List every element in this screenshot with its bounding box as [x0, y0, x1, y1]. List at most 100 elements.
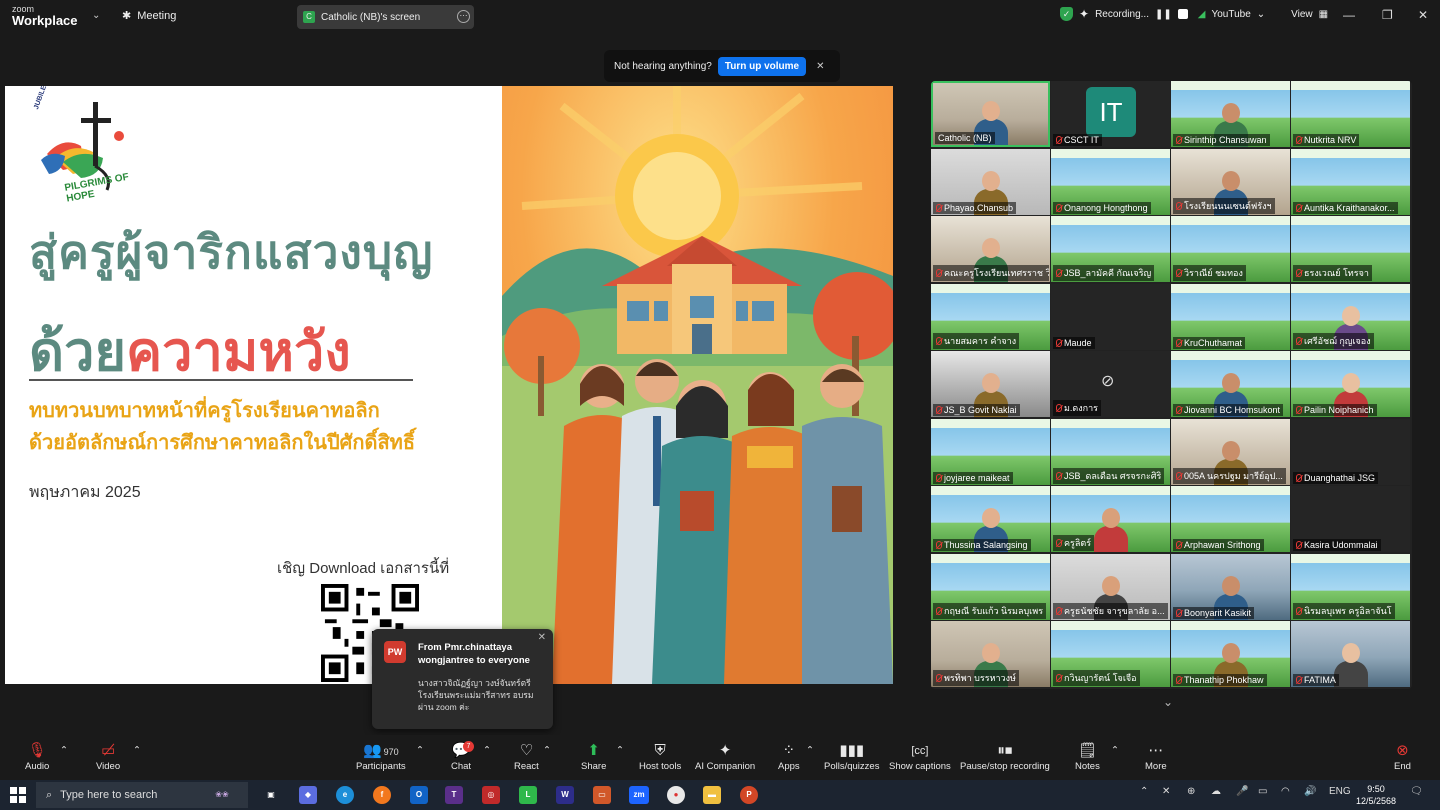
chevron-down-icon[interactable]: ⌄ — [1257, 9, 1265, 20]
participant-tile[interactable]: JSB_ลามัคคี กัณเจริญ — [1051, 216, 1170, 282]
tray-app-icon[interactable]: ✕ — [1162, 786, 1170, 797]
volume-icon[interactable]: 🔊 — [1304, 786, 1316, 797]
microphone-icon[interactable]: 🎤 — [1236, 786, 1248, 797]
participant-tile[interactable]: IT CSCT IT — [1051, 81, 1170, 147]
chevron-up-icon[interactable]: ⌃ — [1111, 745, 1119, 756]
teams-icon[interactable]: T — [445, 786, 463, 804]
participant-tile[interactable]: Auntika Kraithanakor... — [1291, 148, 1410, 215]
screen-share-pill[interactable]: C Catholic (NB)'s screen ··· — [297, 5, 474, 29]
windows-start-icon[interactable] — [10, 787, 26, 803]
meeting-tab[interactable]: ✱ Meeting — [122, 9, 176, 23]
participant-tile[interactable]: Nutkrita NRV — [1291, 81, 1410, 147]
apps-button[interactable]: ⁘ Apps — [778, 741, 800, 772]
edge-icon[interactable]: e — [336, 786, 354, 804]
ai-sparkle-icon[interactable]: ✦ — [1079, 7, 1089, 21]
end-button[interactable]: ⊗ End — [1394, 741, 1411, 772]
close-icon[interactable]: ✕ — [816, 61, 824, 72]
zoom-taskbar-icon[interactable]: zm — [629, 786, 649, 804]
participant-tile[interactable]: Boonyarit Kasikit — [1171, 553, 1290, 620]
participant-tile[interactable]: Phayao.Chansub — [931, 148, 1050, 215]
close-icon[interactable]: ✕ — [538, 632, 546, 643]
host-tools-button[interactable]: ⛨ Host tools — [639, 741, 681, 772]
chevron-up-icon[interactable]: ⌃ — [133, 745, 141, 756]
more-button[interactable]: ⋯ More — [1145, 741, 1167, 772]
participant-tile[interactable]: นิรมลบุเพร ครูอิลาจันโ — [1291, 553, 1410, 620]
chevron-up-icon[interactable]: ⌃ — [60, 745, 68, 756]
chevron-up-icon[interactable]: ⌃ — [806, 745, 814, 756]
participant-tile[interactable]: กฤษณี รับแก้ว นิรมลบุเพร — [931, 553, 1050, 620]
captions-button[interactable]: [cc] Show captions — [889, 741, 951, 772]
video-button[interactable]: ▭̸ Video — [96, 741, 120, 772]
participant-tile[interactable]: วิราณีย์ ชมทอง — [1171, 216, 1290, 282]
chevron-up-icon[interactable]: ⌃ — [483, 745, 491, 756]
taskbar-clock[interactable]: 9:50 12/5/2568 — [1356, 783, 1396, 807]
participant-tile[interactable]: ครูธนัชชัย จารุขลาลัย อ... — [1051, 553, 1170, 620]
participant-tile[interactable]: Sirinthip Chansuwan — [1171, 81, 1290, 147]
zoom-logo[interactable]: zoom Workplace — [12, 4, 78, 27]
participant-tile[interactable]: Arphawan Srithong — [1171, 486, 1290, 552]
notifications-icon[interactable]: 🗨 — [1410, 786, 1423, 797]
participant-tile[interactable]: ธรงเวณย์ โทรจา — [1291, 216, 1410, 282]
grid-view-icon[interactable]: ▦ — [1319, 9, 1328, 20]
chevron-down-icon[interactable]: ⌄ — [92, 10, 100, 21]
participant-tile[interactable]: เศรีอัชฌ์ กุญเจอง — [1291, 283, 1410, 350]
participant-tile[interactable]: JS_B Govit Naklai — [931, 351, 1050, 417]
pause-recording-icon[interactable]: ❚❚ — [1155, 9, 1172, 20]
participant-tile[interactable]: คณะครูโรงเรียนเทศรราช วิท... — [931, 216, 1050, 282]
turn-up-volume-button[interactable]: Turn up volume — [717, 56, 807, 76]
participant-tile[interactable]: พรทิพา บรรหาวงษ์ — [931, 621, 1050, 687]
powerpoint-icon[interactable]: P — [740, 786, 758, 804]
chevron-up-icon[interactable]: ⌃ — [543, 745, 551, 756]
chevron-down-icon[interactable]: ⌄ — [1163, 695, 1173, 709]
participant-tile[interactable]: Duanghathai JSG — [1291, 418, 1410, 485]
antivirus-icon[interactable]: ◎ — [482, 786, 500, 804]
participant-tile[interactable]: นายสมคาร คำจาง — [931, 283, 1050, 350]
minimize-icon[interactable]: — — [1343, 8, 1355, 22]
more-options-icon[interactable]: ··· — [457, 10, 470, 23]
participant-tile[interactable]: โรงเรียนนนเซนต์ฟรังฯ — [1171, 148, 1290, 215]
view-label[interactable]: View — [1291, 9, 1313, 20]
youtube-label[interactable]: YouTube — [1211, 9, 1250, 20]
participant-tile[interactable]: Thussina Salangsing — [931, 486, 1050, 552]
ai-companion-button[interactable]: ✦ AI Companion — [695, 741, 755, 772]
outlook-icon[interactable]: O — [410, 786, 428, 804]
chevron-up-icon[interactable]: ⌃ — [616, 745, 624, 756]
chat-popup[interactable]: PW From Pmr.chinattaya wongjantree to ev… — [372, 629, 553, 729]
webex-icon[interactable]: W — [556, 786, 574, 804]
participant-tile[interactable]: joyjaree maikeat — [931, 418, 1050, 485]
chevron-up-icon[interactable]: ⌃ — [416, 745, 424, 756]
participant-tile[interactable]: KruChuthamat — [1171, 283, 1290, 350]
participant-tile[interactable]: Maude — [1051, 283, 1170, 350]
restore-icon[interactable]: ❐ — [1382, 8, 1393, 22]
copilot-icon[interactable]: ◆ — [299, 786, 317, 804]
participant-tile[interactable]: Onanong Hongthong — [1051, 148, 1170, 215]
participants-button[interactable]: 👥 970 Participants — [356, 741, 406, 772]
tray-chevron-icon[interactable]: ⌃ — [1140, 786, 1148, 797]
shield-icon[interactable]: ✓ — [1060, 7, 1073, 21]
share-button[interactable]: ⬆ Share — [581, 741, 606, 772]
participant-tile[interactable]: Thanathip Phokhaw — [1171, 621, 1290, 687]
notes-button[interactable]: 🗒 Notes — [1075, 741, 1100, 772]
participant-tile[interactable]: Kasira Udommalai — [1291, 486, 1410, 552]
network-icon[interactable]: ▭ — [1258, 786, 1267, 797]
participant-tile[interactable]: Jiovanni BC Homsukont — [1171, 351, 1290, 417]
react-button[interactable]: ♡ React — [514, 741, 539, 772]
tray-app-icon[interactable]: ⊕ — [1187, 786, 1195, 797]
close-icon[interactable]: ✕ — [1418, 8, 1428, 22]
cloud-icon[interactable]: ☁ — [1211, 786, 1221, 797]
participant-tile[interactable]: JSB_ดลเดือน ศรจรกะศิริ — [1051, 418, 1170, 485]
language-indicator[interactable]: ENG — [1329, 786, 1351, 797]
app-icon[interactable]: ▭ — [593, 786, 611, 804]
pause-recording-button[interactable]: ⏸⏹ Pause/stop recording — [960, 741, 1050, 772]
participant-tile[interactable]: กวินญารัตน์ โจเจือ — [1051, 621, 1170, 687]
participant-tile[interactable]: FATIMA — [1291, 621, 1410, 687]
flowers-widget-icon[interactable]: ❀❀ — [200, 786, 244, 804]
line-icon[interactable]: L — [519, 786, 537, 804]
firefox-icon[interactable]: f — [373, 786, 391, 804]
participant-tile[interactable]: Catholic (NB) — [931, 81, 1050, 147]
audio-button[interactable]: 🎙 Audio — [25, 741, 49, 772]
chat-button[interactable]: 💬 7 Chat — [451, 741, 474, 772]
participant-tile[interactable]: 005A นครปฐม มารีย์อุป... — [1171, 418, 1290, 485]
participant-tile[interactable]: ⊘ ม.ดงการ — [1051, 351, 1170, 417]
stop-recording-icon[interactable] — [1177, 9, 1188, 19]
